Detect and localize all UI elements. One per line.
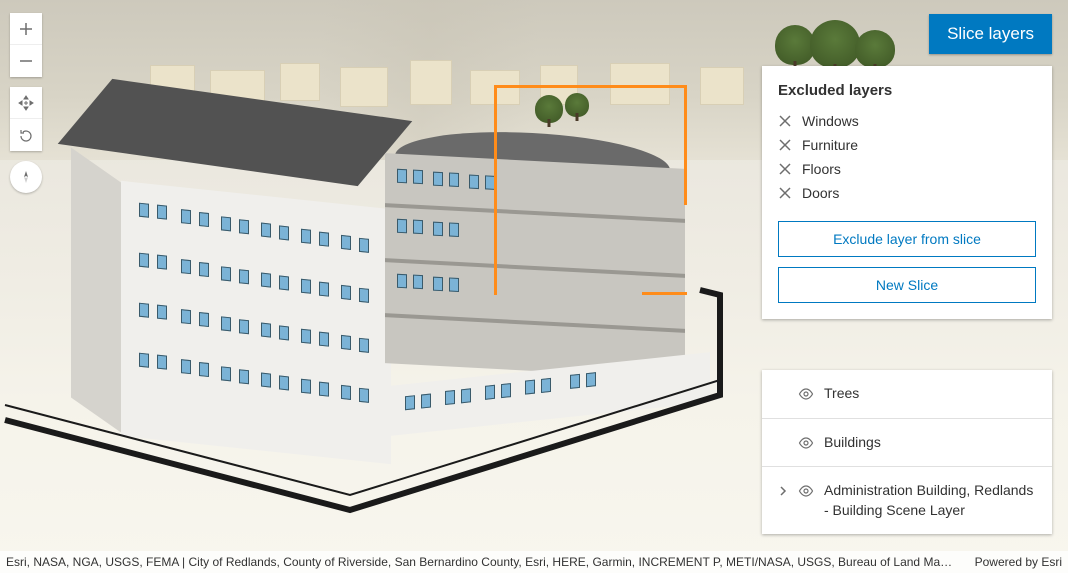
excluded-layer-item: Doors [778, 181, 1036, 205]
rotate-icon [18, 127, 34, 143]
layer-row[interactable]: Trees [762, 370, 1052, 419]
layer-row[interactable]: Buildings [762, 419, 1052, 468]
layer-list-panel: Trees Buildings Administration Building,… [762, 370, 1052, 534]
pan-button[interactable] [10, 87, 42, 119]
visibility-icon[interactable] [798, 435, 814, 451]
rotate-button[interactable] [10, 119, 42, 151]
slice-layers-button[interactable]: Slice layers [929, 14, 1052, 54]
plus-icon [18, 21, 34, 37]
slice-plane-indicator[interactable] [494, 85, 684, 295]
excluded-layer-item: Floors [778, 157, 1036, 181]
remove-icon[interactable] [778, 114, 792, 128]
powered-by-text[interactable]: Powered by Esri [975, 555, 1062, 569]
attribution-bar: Esri, NASA, NGA, USGS, FEMA | City of Re… [0, 551, 1068, 573]
slice-panel: Excluded layers Windows Furniture Floors… [762, 66, 1052, 319]
excluded-layer-item: Furniture [778, 133, 1036, 157]
excluded-layer-label: Doors [802, 185, 839, 201]
new-slice-button[interactable]: New Slice [778, 267, 1036, 303]
zoom-in-button[interactable] [10, 13, 42, 45]
layer-label: Administration Building, Redlands - Buil… [824, 481, 1036, 520]
compass-button[interactable] [10, 161, 42, 193]
excluded-layer-label: Floors [802, 161, 841, 177]
layer-row[interactable]: Administration Building, Redlands - Buil… [762, 467, 1052, 534]
expand-icon[interactable] [778, 483, 788, 499]
excluded-layer-label: Windows [802, 113, 859, 129]
layer-label: Trees [824, 384, 1036, 404]
visibility-icon[interactable] [798, 483, 814, 499]
visibility-icon[interactable] [798, 386, 814, 402]
zoom-out-button[interactable] [10, 45, 42, 77]
excluded-layers-list: Windows Furniture Floors Doors [778, 109, 1036, 205]
pan-icon [18, 95, 34, 111]
remove-icon[interactable] [778, 138, 792, 152]
slice-panel-title: Excluded layers [778, 82, 1036, 99]
attribution-text: Esri, NASA, NGA, USGS, FEMA | City of Re… [6, 555, 955, 569]
remove-icon[interactable] [778, 162, 792, 176]
excluded-layer-item: Windows [778, 109, 1036, 133]
excluded-layer-label: Furniture [802, 137, 858, 153]
layer-label: Buildings [824, 433, 1036, 453]
exclude-layer-button[interactable]: Exclude layer from slice [778, 221, 1036, 257]
navigation-controls [10, 13, 42, 193]
remove-icon[interactable] [778, 186, 792, 200]
compass-icon [18, 169, 34, 185]
minus-icon [18, 53, 34, 69]
